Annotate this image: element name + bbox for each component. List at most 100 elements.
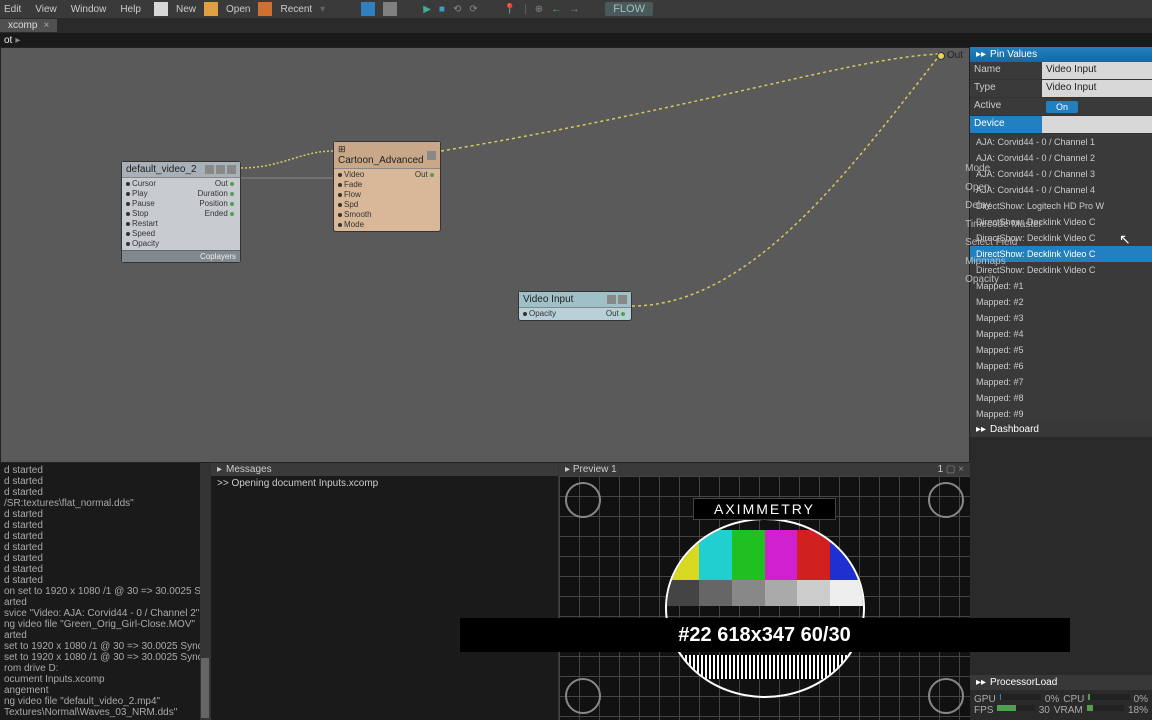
- log-line: /SR:textures\flat_normal.dds": [4, 498, 206, 509]
- node-port-in[interactable]: Speed: [126, 229, 155, 239]
- scrollbar[interactable]: [200, 463, 210, 720]
- node-port-out[interactable]: Duration: [198, 189, 236, 199]
- rewind-icon[interactable]: ⟲: [453, 4, 461, 15]
- menu-window[interactable]: Window: [71, 4, 107, 15]
- cpu-value: 0%: [1134, 694, 1148, 705]
- prop-type-label: Type: [970, 80, 1042, 97]
- node-port-out[interactable]: Ended: [205, 209, 236, 219]
- open-icon[interactable]: [204, 2, 218, 16]
- device-option[interactable]: Mapped: #2: [970, 294, 1152, 310]
- fps-label: FPS: [974, 705, 993, 716]
- log-panel[interactable]: d startedd startedd started/SR:textures\…: [0, 463, 210, 720]
- stop-icon[interactable]: ■: [439, 4, 445, 15]
- device-option[interactable]: Mapped: #8: [970, 390, 1152, 406]
- prop-device-value[interactable]: [1042, 116, 1152, 133]
- breadcrumb-root[interactable]: ot: [4, 35, 12, 46]
- node-footer[interactable]: Coplayers: [122, 250, 240, 262]
- node-icon[interactable]: [607, 295, 616, 304]
- new-label[interactable]: New: [176, 4, 196, 15]
- log-line: svice "Video: AJA: Corvid44 - 0 / Channe…: [4, 608, 206, 619]
- on-toggle[interactable]: On: [1046, 101, 1078, 113]
- node-port-in[interactable]: Flow: [338, 190, 361, 200]
- processorload-body: GPU 0% CPU 0% FPS 30 VRAM 18%: [970, 690, 1152, 720]
- log-line: Textures\Normal\Waves_03_NRM.dds": [4, 707, 206, 718]
- device-option[interactable]: AJA: Corvid44 - 0 / Channel 1: [970, 134, 1152, 150]
- node-port-in[interactable]: Pause: [126, 199, 155, 209]
- recent-label[interactable]: Recent: [280, 4, 312, 15]
- node-port-in[interactable]: Fade: [338, 180, 362, 190]
- tool-icon-1[interactable]: [361, 2, 375, 16]
- device-option[interactable]: Mapped: #3: [970, 310, 1152, 326]
- node-icon[interactable]: [427, 151, 436, 160]
- node-icon[interactable]: [618, 295, 627, 304]
- prop-name-label: Name: [970, 62, 1042, 79]
- node-video-input[interactable]: Video Input OpacityOut: [518, 291, 632, 321]
- node-port-in[interactable]: Smooth: [338, 210, 372, 220]
- log-line: arted: [4, 597, 206, 608]
- node-port-in[interactable]: Play: [126, 189, 148, 199]
- node-port-out[interactable]: Out: [606, 309, 627, 319]
- node-cartoon-advanced[interactable]: ⊞ Cartoon_Advanced VideoOut FadeFlowSpdS…: [333, 141, 441, 232]
- chevron-right-icon: ▸: [15, 35, 20, 46]
- forward-icon[interactable]: ⟳: [469, 4, 477, 15]
- panel-header-icon: ▸: [217, 464, 222, 475]
- tool-icon-2[interactable]: [383, 2, 397, 16]
- node-icon[interactable]: [205, 165, 214, 174]
- node-canvas[interactable]: Out default_video_2 CursorOut PlayDurati…: [0, 47, 970, 463]
- log-line: on set to 1920 x 1080 /1 @ 30 => 30.0025…: [4, 586, 206, 597]
- prop-name-value[interactable]: Video Input: [1042, 62, 1152, 79]
- new-icon[interactable]: [154, 2, 168, 16]
- log-line: ng video file "default_video_2.mp4": [4, 696, 206, 707]
- toolbar: New Open Recent ▾ ▶ ■ ⟲ ⟳ 📍 | ⊕ ← → FLOW: [150, 0, 1152, 18]
- preview-brand-label: AXIMMETRY: [693, 498, 836, 520]
- node-port-in[interactable]: Stop: [126, 209, 148, 219]
- node-port-in[interactable]: Restart: [126, 219, 158, 229]
- node-port-in[interactable]: Mode: [338, 220, 364, 230]
- log-line: set to 1920 x 1080 /1 @ 30 => 30.0025 Sy…: [4, 641, 206, 652]
- device-option[interactable]: Mapped: #6: [970, 358, 1152, 374]
- prop-type-value[interactable]: Video Input: [1042, 80, 1152, 97]
- node-port-out[interactable]: Out: [415, 170, 436, 180]
- node-port-in[interactable]: Spd: [338, 200, 358, 210]
- messages-body[interactable]: >> Opening document Inputs.xcomp: [211, 476, 558, 491]
- test-pattern: [665, 518, 865, 698]
- prop-active-value[interactable]: On: [1042, 98, 1152, 115]
- menu-help[interactable]: Help: [120, 4, 141, 15]
- node-default-video-2[interactable]: default_video_2 CursorOut PlayDuration P…: [121, 161, 241, 263]
- menu-view[interactable]: View: [35, 4, 57, 15]
- flow-indicator[interactable]: FLOW: [605, 2, 653, 16]
- log-line: d started: [4, 564, 206, 575]
- tool-icon-3[interactable]: ⊕: [535, 4, 543, 15]
- processorload-header[interactable]: ▸▸ ProcessorLoad: [970, 675, 1152, 690]
- node-icon[interactable]: [216, 165, 225, 174]
- gpu-label: GPU: [974, 694, 996, 705]
- device-option[interactable]: Mapped: #5: [970, 342, 1152, 358]
- node-port-out[interactable]: Out: [215, 179, 236, 189]
- device-option[interactable]: Mapped: #7: [970, 374, 1152, 390]
- canvas-out-label: Out: [947, 50, 963, 61]
- device-option[interactable]: Mapped: #4: [970, 326, 1152, 342]
- node-port-out[interactable]: Position: [199, 199, 236, 209]
- log-line: d started: [4, 542, 206, 553]
- node-port-in[interactable]: Opacity: [126, 239, 159, 249]
- node-port-in[interactable]: Video: [338, 170, 364, 180]
- pin-values-header[interactable]: ▸▸ Pin Values: [970, 47, 1152, 62]
- node-port-in[interactable]: Opacity: [523, 309, 556, 319]
- node-icon[interactable]: [227, 165, 236, 174]
- document-tab[interactable]: xcomp ×: [0, 19, 57, 32]
- play-icon[interactable]: ▶: [423, 4, 431, 15]
- canvas-out-port[interactable]: [937, 52, 945, 60]
- prop-active-label: Active: [970, 98, 1042, 115]
- tool-icon-5[interactable]: →: [569, 4, 579, 15]
- recent-icon[interactable]: [258, 2, 272, 16]
- close-icon[interactable]: ×: [43, 20, 49, 31]
- node-port-in[interactable]: Cursor: [126, 179, 156, 189]
- tool-icon-4[interactable]: ←: [551, 4, 561, 15]
- dashboard-header[interactable]: ▸▸ Dashboard: [970, 422, 1152, 437]
- device-option[interactable]: Mapped: #9: [970, 406, 1152, 422]
- cpu-label: CPU: [1063, 694, 1084, 705]
- open-label[interactable]: Open: [226, 4, 250, 15]
- menu-edit[interactable]: Edit: [4, 4, 21, 15]
- preview-viewport[interactable]: AXIMMETRY: [559, 476, 970, 720]
- pin-icon[interactable]: 📍: [504, 4, 516, 15]
